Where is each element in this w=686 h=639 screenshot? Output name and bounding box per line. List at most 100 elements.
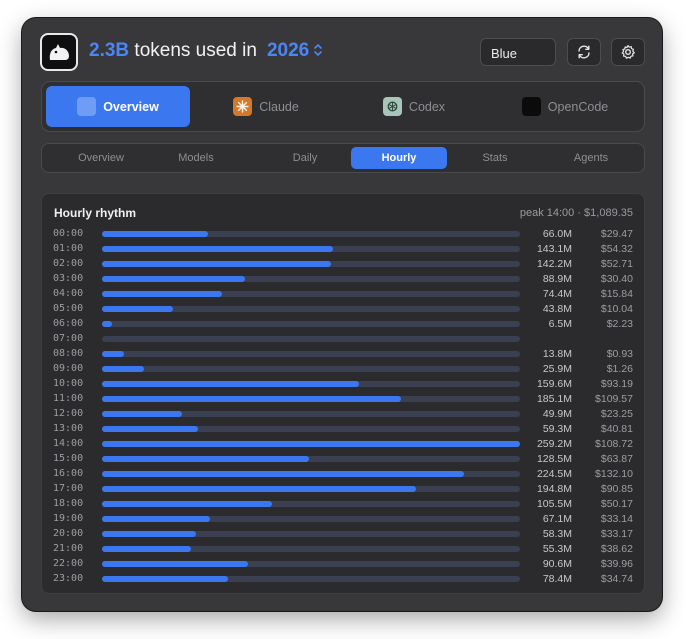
cost-value: $34.74 (600, 573, 633, 585)
hour-label: 12:00 (53, 408, 84, 419)
view-tabs: Overview Models Daily Hourly Stats Agent… (41, 143, 645, 173)
token-count: 49.9M (542, 408, 572, 420)
provider-tab-opencode[interactable]: OpenCode (490, 86, 640, 127)
hourly-row: 07:00 (42, 332, 644, 347)
token-count: 105.5M (536, 498, 572, 510)
year-selector[interactable]: 2026 (267, 40, 323, 61)
cost-value: $54.32 (600, 243, 633, 255)
usage-bar (102, 321, 113, 327)
claude-icon (233, 97, 253, 116)
cost-value: $90.85 (600, 483, 633, 495)
hour-label: 18:00 (53, 498, 84, 509)
token-count: 259.2M (536, 438, 572, 450)
usage-bar-track (102, 366, 520, 372)
hour-label: 16:00 (53, 468, 84, 479)
hour-label: 10:00 (53, 378, 84, 389)
provider-tab-overview[interactable]: Overview (46, 86, 190, 127)
usage-bar-track (102, 501, 520, 507)
tab-models[interactable]: Models (148, 147, 244, 169)
hourly-row: 15:00 128.5M $63.87 (42, 452, 644, 467)
usage-bar (102, 231, 209, 237)
usage-bar (102, 381, 360, 387)
usage-bar-track (102, 561, 520, 567)
usage-bar (102, 246, 333, 252)
hourly-row: 00:00 66.0M $29.47 (42, 227, 644, 242)
hour-label: 13:00 (53, 423, 84, 434)
tab-overview[interactable]: Overview (53, 147, 149, 169)
provider-tab-claude[interactable]: Claude (194, 86, 338, 127)
hourly-row: 11:00 185.1M $109.57 (42, 392, 644, 407)
cost-value: $109.57 (595, 393, 633, 405)
usage-bar-track (102, 261, 520, 267)
total-tokens: 2.3B (89, 40, 130, 61)
token-count: 90.6M (542, 558, 572, 570)
refresh-button[interactable] (567, 38, 601, 66)
hourly-row: 06:00 6.5M $2.23 (42, 317, 644, 332)
usage-bar (102, 501, 273, 507)
token-count: 67.1M (542, 513, 572, 525)
provider-tab-codex[interactable]: Codex (342, 86, 486, 127)
cost-value: $93.19 (600, 378, 633, 390)
hourly-rows: 00:00 66.0M $29.47 01:00 143.1M $54.32 02:00 14… (42, 227, 644, 587)
usage-bar-track (102, 276, 520, 282)
cost-value: $15.84 (600, 288, 633, 300)
tab-daily[interactable]: Daily (257, 147, 353, 169)
token-count: 185.1M (536, 393, 572, 405)
tokens-used-label: tokens used in (129, 40, 257, 61)
provider-tab-label: Overview (103, 99, 159, 114)
token-count: 128.5M (536, 453, 572, 465)
usage-bar (102, 351, 125, 357)
usage-bar (102, 291, 222, 297)
hourly-panel: Hourly rhythm peak 14:00 · $1,089.35 00:… (41, 193, 645, 594)
cost-value: $33.14 (600, 513, 633, 525)
usage-bar (102, 456, 310, 462)
hour-label: 06:00 (53, 318, 84, 329)
usage-bar-track (102, 291, 520, 297)
cost-value: $38.62 (600, 543, 633, 555)
provider-tab-label: Claude (259, 99, 299, 114)
opencode-icon (521, 97, 541, 116)
hourly-row: 23:00 78.4M $34.74 (42, 572, 644, 587)
usage-bar-track (102, 351, 520, 357)
tab-agents[interactable]: Agents (543, 147, 639, 169)
hour-label: 03:00 (53, 273, 84, 284)
token-count: 74.4M (542, 288, 572, 300)
tab-stats[interactable]: Stats (447, 147, 543, 169)
usage-bar (102, 561, 249, 567)
token-count: 43.8M (542, 303, 572, 315)
hourly-row: 22:00 90.6M $39.96 (42, 557, 644, 572)
cost-value: $39.96 (600, 558, 633, 570)
cost-value: $0.93 (606, 348, 633, 360)
token-count: 59.3M (542, 423, 572, 435)
settings-button[interactable] (611, 38, 645, 66)
usage-bar-track (102, 576, 520, 582)
hourly-row: 12:00 49.9M $23.25 (42, 407, 644, 422)
theme-select[interactable]: Blue (480, 38, 556, 66)
usage-bar (102, 516, 211, 522)
usage-bar (102, 441, 520, 447)
gear-icon (621, 44, 635, 59)
hourly-row: 20:00 58.3M $33.17 (42, 527, 644, 542)
codex-icon (382, 97, 402, 116)
cost-value: $40.81 (600, 423, 633, 435)
cost-value: $63.87 (600, 453, 633, 465)
hourly-row: 01:00 143.1M $54.32 (42, 242, 644, 257)
token-count: 159.6M (536, 378, 572, 390)
provider-tab-label: Codex (408, 99, 446, 114)
hourly-row: 14:00 259.2M $108.72 (42, 437, 644, 452)
hourly-row: 04:00 74.4M $15.84 (42, 287, 644, 302)
hour-label: 14:00 (53, 438, 84, 449)
token-count: 13.8M (542, 348, 572, 360)
hour-label: 00:00 (53, 228, 84, 239)
hour-label: 05:00 (53, 303, 84, 314)
hour-label: 20:00 (53, 528, 84, 539)
hour-label: 19:00 (53, 513, 84, 524)
usage-bar-track (102, 471, 520, 477)
token-count: 55.3M (542, 543, 572, 555)
app-window: 2.3B tokens used in 2026 Blue Overview Cl… (22, 18, 662, 611)
usage-bar (102, 411, 183, 417)
tab-hourly[interactable]: Hourly (351, 147, 447, 169)
hour-label: 08:00 (53, 348, 84, 359)
usage-bar-track (102, 516, 520, 522)
year-value: 2026 (266, 40, 310, 61)
